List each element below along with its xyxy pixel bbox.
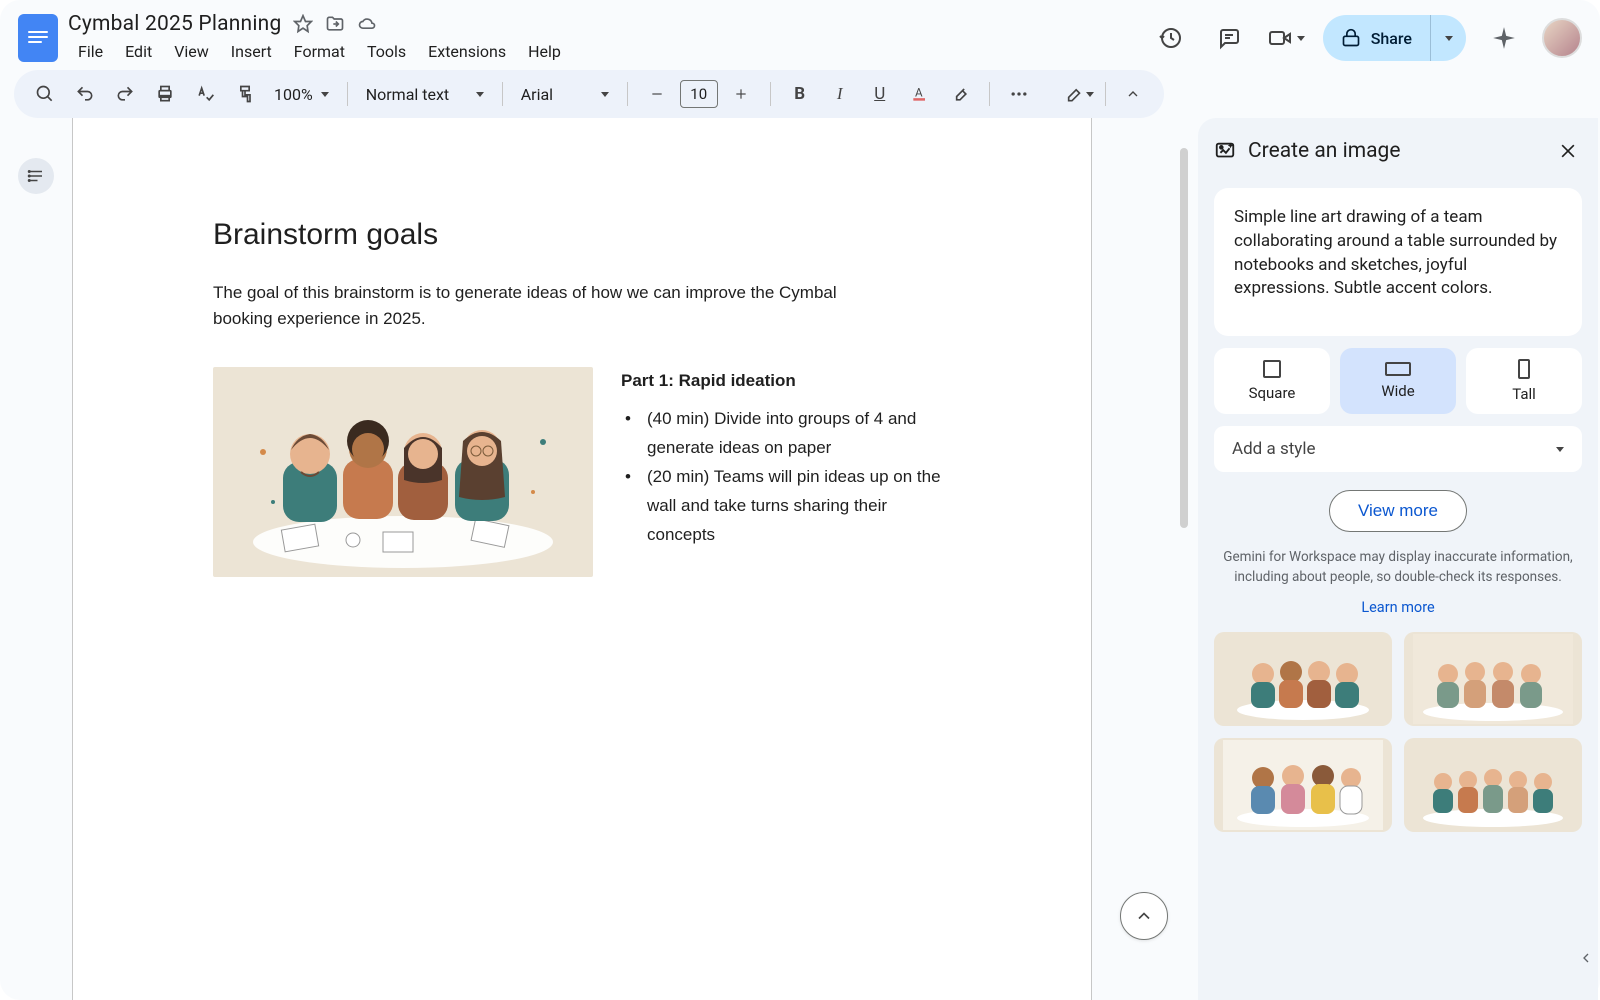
collapse-toolbar-icon[interactable] (1116, 77, 1150, 111)
document-canvas[interactable]: Brainstorm goals The goal of this brains… (72, 118, 1192, 1000)
toolbar: 100% Normal text Arial 10 B I U A (14, 70, 1164, 118)
menu-help[interactable]: Help (518, 38, 571, 65)
scroll-to-top-button[interactable] (1120, 892, 1168, 940)
spellcheck-icon[interactable] (188, 77, 222, 111)
print-icon[interactable] (148, 77, 182, 111)
move-folder-icon[interactable] (325, 14, 345, 34)
share-button[interactable]: Share (1323, 15, 1430, 61)
list-item[interactable]: (40 min) Divide into groups of 4 and gen… (643, 405, 951, 463)
meet-button[interactable] (1267, 26, 1305, 50)
suggestion-thumb[interactable] (1404, 632, 1582, 726)
inserted-image[interactable] (213, 367, 593, 577)
bullet-list[interactable]: (40 min) Divide into groups of 4 and gen… (621, 405, 951, 549)
aspect-tall[interactable]: Tall (1466, 348, 1582, 414)
account-avatar[interactable] (1542, 18, 1582, 58)
document-intro[interactable]: The goal of this brainstorm is to genera… (213, 280, 853, 331)
docs-logo-icon[interactable] (18, 14, 58, 62)
sidebar-collapse-icon[interactable] (1574, 946, 1598, 970)
increase-font-icon[interactable] (724, 77, 758, 111)
list-item[interactable]: (20 min) Teams will pin ideas up on the … (643, 463, 951, 550)
chevron-down-icon (1556, 447, 1564, 452)
menu-extensions[interactable]: Extensions (418, 38, 516, 65)
chevron-down-icon (1297, 36, 1305, 41)
image-suggestions (1214, 632, 1582, 832)
highlight-icon[interactable] (943, 77, 977, 111)
titlebar: Cymbal 2025 Planning File Edit View Inse… (0, 0, 1600, 70)
document-heading[interactable]: Brainstorm goals (213, 218, 951, 252)
redo-icon[interactable] (108, 77, 142, 111)
editing-mode-icon[interactable] (1061, 77, 1095, 111)
create-image-panel: Create an image Simple line art drawing … (1198, 118, 1598, 1000)
italic-icon[interactable]: I (823, 77, 857, 111)
svg-text:A: A (915, 86, 923, 100)
menu-edit[interactable]: Edit (115, 38, 162, 65)
search-icon[interactable] (28, 77, 62, 111)
font-select[interactable]: Arial (515, 85, 615, 104)
aspect-ratio-group: Square Wide Tall (1214, 348, 1582, 414)
style-select[interactable]: Add a style (1214, 426, 1582, 472)
menu-view[interactable]: View (164, 38, 219, 65)
underline-icon[interactable]: U (863, 77, 897, 111)
suggestion-thumb[interactable] (1214, 738, 1392, 832)
bold-icon[interactable]: B (783, 77, 817, 111)
cloud-status-icon[interactable] (357, 14, 377, 34)
scrollbar[interactable] (1180, 148, 1188, 528)
close-icon[interactable] (1554, 137, 1582, 165)
document-title[interactable]: Cymbal 2025 Planning (68, 12, 281, 36)
view-more-button[interactable]: View more (1329, 490, 1467, 532)
paragraph-style-select[interactable]: Normal text (360, 85, 490, 104)
menu-insert[interactable]: Insert (221, 38, 282, 65)
comments-icon[interactable] (1209, 18, 1249, 58)
share-button-group: Share (1323, 15, 1466, 61)
decrease-font-icon[interactable] (640, 77, 674, 111)
suggestion-thumb[interactable] (1404, 738, 1582, 832)
menu-tools[interactable]: Tools (357, 38, 416, 65)
panel-icon (1214, 140, 1236, 162)
aspect-wide[interactable]: Wide (1340, 348, 1456, 414)
share-label: Share (1371, 29, 1412, 48)
star-icon[interactable] (293, 14, 313, 34)
share-dropdown[interactable] (1430, 15, 1466, 61)
menu-format[interactable]: Format (284, 38, 355, 65)
menu-file[interactable]: File (68, 38, 113, 65)
paint-format-icon[interactable] (228, 77, 262, 111)
panel-title: Create an image (1248, 139, 1542, 163)
text-color-icon[interactable]: A (903, 77, 937, 111)
history-icon[interactable] (1151, 18, 1191, 58)
more-tools-icon[interactable] (1002, 77, 1036, 111)
menu-bar: File Edit View Insert Format Tools Exten… (68, 38, 571, 65)
undo-icon[interactable] (68, 77, 102, 111)
gemini-icon[interactable] (1484, 18, 1524, 58)
part-title[interactable]: Part 1: Rapid ideation (621, 371, 951, 391)
learn-more-link[interactable]: Learn more (1214, 599, 1582, 616)
prompt-textarea[interactable]: Simple line art drawing of a team collab… (1214, 188, 1582, 336)
font-size-input[interactable]: 10 (680, 80, 718, 108)
outline-toggle-icon[interactable] (18, 158, 54, 194)
zoom-select[interactable]: 100% (268, 85, 335, 104)
page: Brainstorm goals The goal of this brains… (72, 118, 1092, 1000)
disclaimer-text: Gemini for Workspace may display inaccur… (1214, 548, 1582, 587)
aspect-square[interactable]: Square (1214, 348, 1330, 414)
suggestion-thumb[interactable] (1214, 632, 1392, 726)
